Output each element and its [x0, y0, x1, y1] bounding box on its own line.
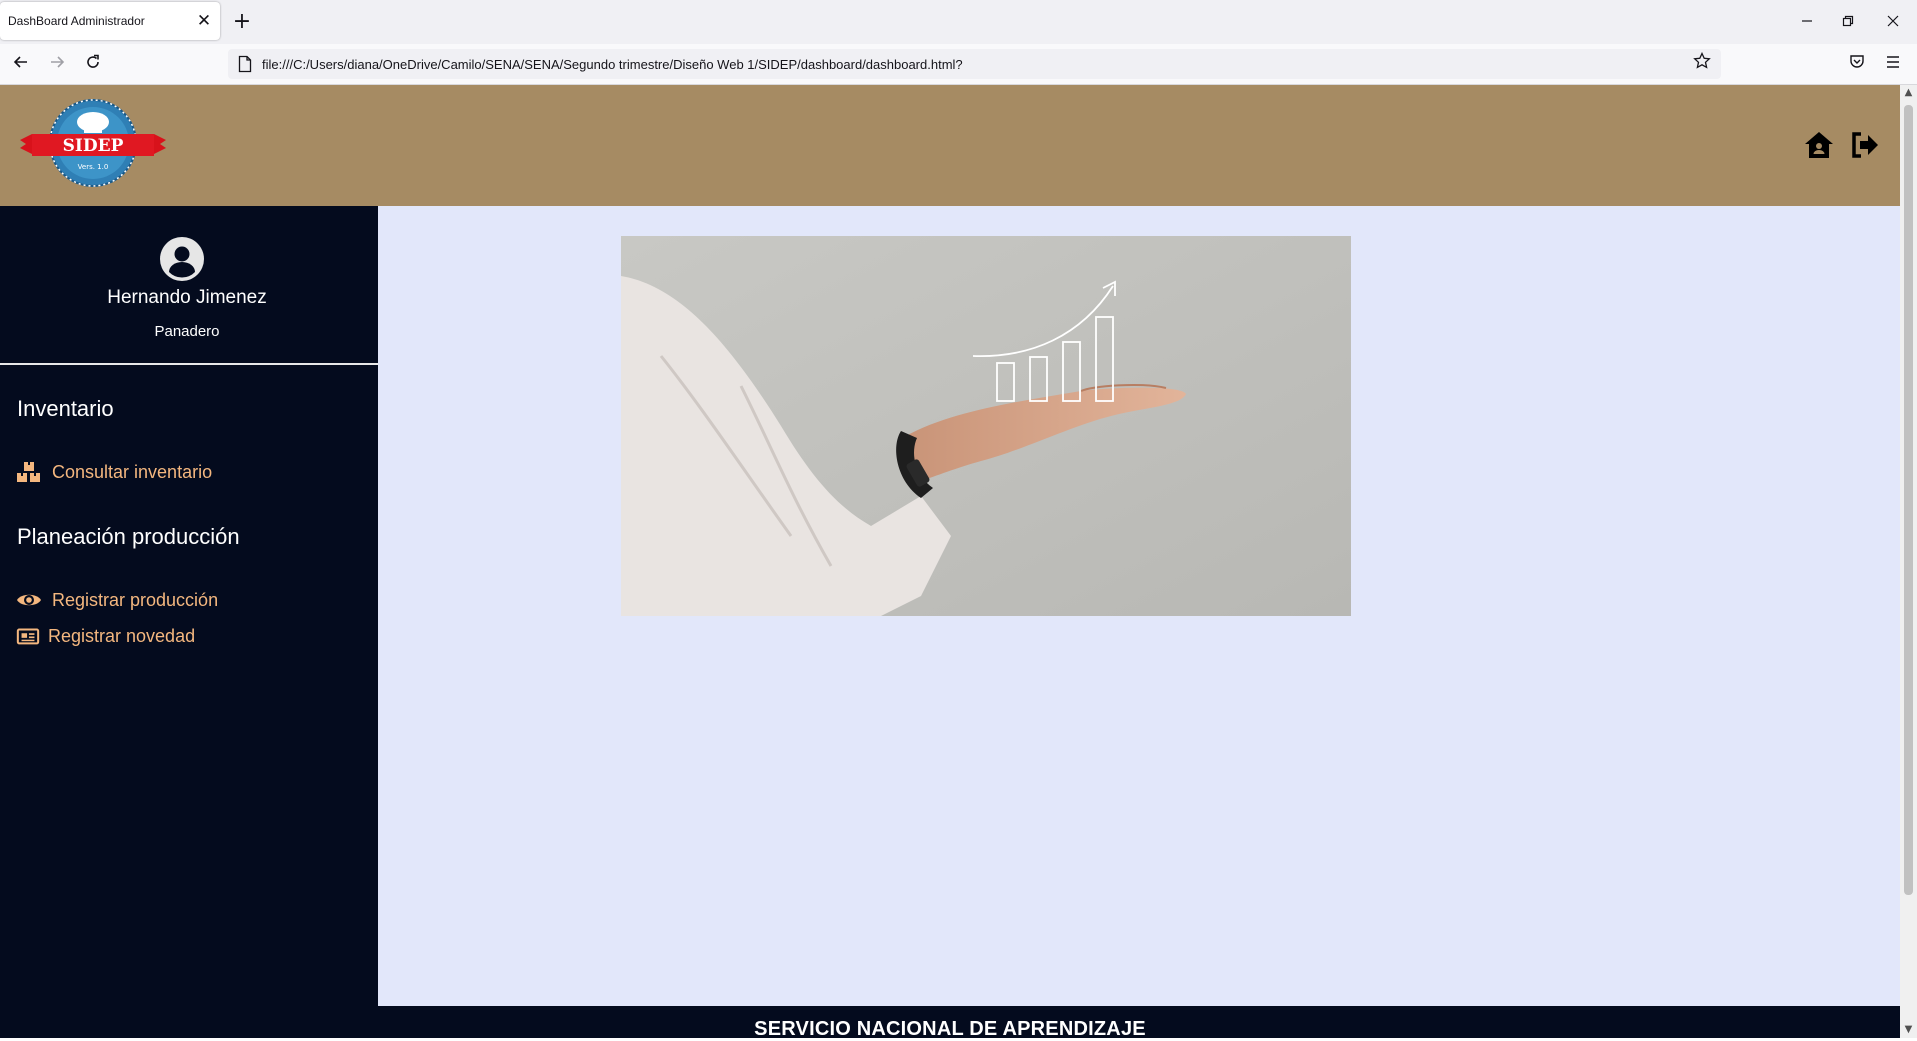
boxes-icon [17, 462, 40, 482]
page-scrollbar[interactable]: ▲ ▼ [1900, 85, 1917, 1038]
reload-icon[interactable] [79, 50, 107, 78]
menu-label: Consultar inventario [52, 461, 213, 482]
menu-label: Registrar producción [52, 589, 219, 610]
menu-label: Registrar novedad [48, 625, 196, 646]
home-icon[interactable] [1803, 129, 1835, 161]
menu-icon[interactable] [1879, 50, 1907, 78]
scroll-down-icon[interactable]: ▼ [1900, 1022, 1917, 1038]
logo-version: Vers. 1.0 [78, 163, 109, 171]
menu-item-registrar-produccion[interactable]: Registrar producción [16, 587, 218, 613]
browser-tab-bar: DashBoard Administrador ✕ + [0, 0, 1917, 44]
page-icon [238, 55, 252, 73]
site-header: SIDEP Vers. 1.0 [0, 85, 1900, 206]
restore-icon[interactable] [1833, 8, 1863, 36]
new-tab-icon[interactable]: + [232, 8, 252, 36]
sidebar-divider [0, 363, 378, 365]
minimize-icon[interactable] [1792, 8, 1822, 36]
close-icon[interactable] [1878, 8, 1908, 36]
section-title-inventario: Inventario [17, 396, 114, 421]
sidebar: Hernando Jimenez Panadero Inventario Con… [0, 206, 378, 1006]
main-content [378, 206, 1900, 1006]
user-role: Panadero [154, 323, 220, 340]
tab-title: DashBoard Administrador [8, 14, 145, 28]
logout-icon[interactable] [1849, 129, 1881, 161]
sidep-logo[interactable]: SIDEP Vers. 1.0 [20, 98, 166, 188]
eye-icon [17, 594, 41, 606]
logo-text: SIDEP [63, 136, 124, 156]
site-footer: SERVICIO NACIONAL DE APRENDIZAJE [0, 1006, 1900, 1040]
scroll-thumb[interactable] [1904, 105, 1913, 895]
scroll-up-icon[interactable]: ▲ [1900, 85, 1917, 101]
url-text[interactable]: file:///C:/Users/diana/OneDrive/Camilo/S… [262, 57, 963, 72]
browser-tab[interactable]: DashBoard Administrador ✕ [0, 2, 220, 40]
back-icon[interactable] [7, 50, 35, 78]
menu-item-consultar-inventario[interactable]: Consultar inventario [16, 459, 212, 485]
menu-item-registrar-novedad[interactable]: Registrar novedad [16, 623, 195, 649]
user-avatar-icon [160, 237, 204, 281]
hero-image [621, 236, 1351, 616]
user-name: Hernando Jimenez [107, 287, 267, 308]
browser-nav-bar: file:///C:/Users/diana/OneDrive/Camilo/S… [0, 44, 1917, 85]
url-bar[interactable]: file:///C:/Users/diana/OneDrive/Camilo/S… [228, 49, 1721, 79]
forward-icon[interactable] [43, 50, 71, 78]
section-title-planeacion: Planeación producción [17, 524, 240, 549]
tab-close-icon[interactable]: ✕ [194, 9, 214, 33]
newspaper-icon [16, 628, 40, 645]
pocket-icon[interactable] [1843, 50, 1871, 78]
bookmark-star-icon[interactable] [1689, 51, 1715, 77]
